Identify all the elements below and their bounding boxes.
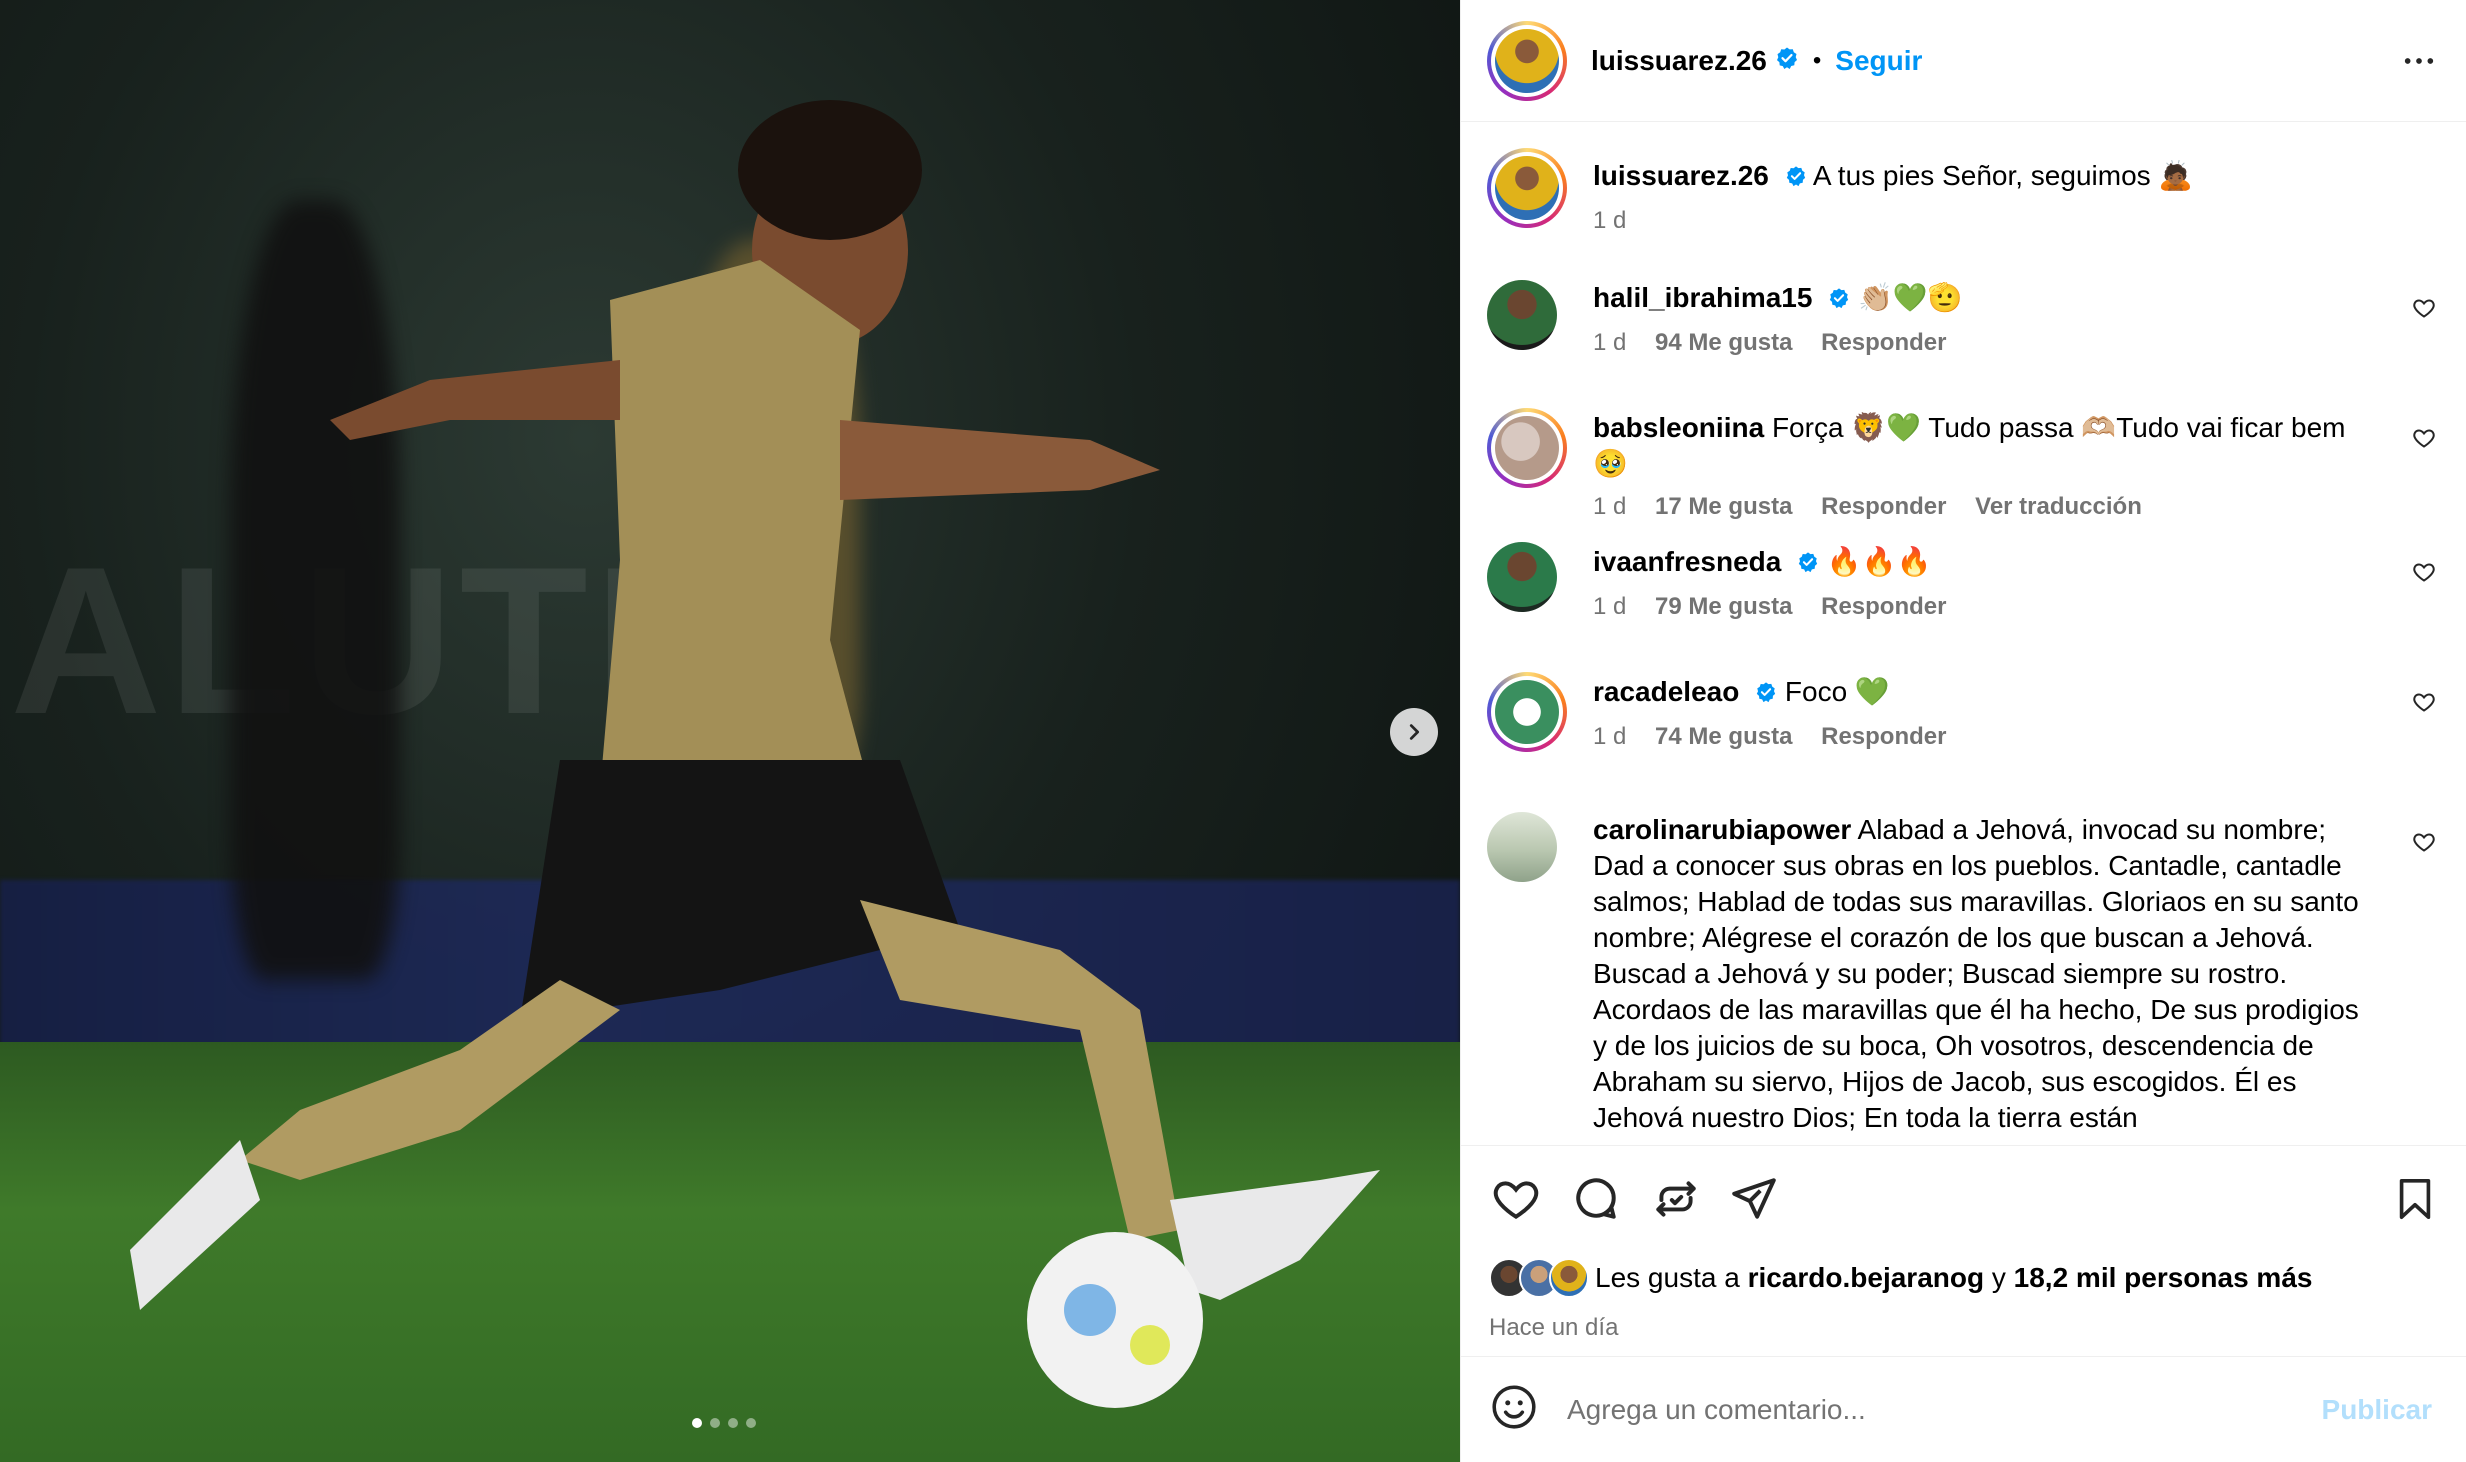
carousel-next-button[interactable] — [1390, 708, 1438, 756]
likes-others[interactable]: 18,2 mil personas más — [2014, 1262, 2313, 1294]
likes-summary[interactable]: Les gusta a ricardo.bejaranog y 18,2 mil… — [1489, 1258, 2312, 1298]
comment-username[interactable]: racadeleao — [1593, 676, 1739, 707]
comment-username[interactable]: halil_ibrahima15 — [1593, 282, 1812, 313]
comment-text: 🔥🔥🔥 — [1826, 546, 1932, 577]
liker-avatars — [1489, 1258, 1593, 1298]
comment-likes[interactable]: 94 Me gusta — [1655, 329, 1792, 356]
post-photo[interactable]: ALUTI — [0, 0, 1460, 1462]
heart-icon[interactable] — [1491, 1174, 1541, 1229]
carousel-dot-active[interactable] — [692, 1418, 702, 1428]
comment-composer: Publicar — [1461, 1356, 2466, 1462]
comment-text: Alabad a Jehová, invocad su nombre; Dad … — [1593, 814, 2359, 1133]
follow-button[interactable]: Seguir — [1835, 45, 1922, 77]
comment-time: 1 d — [1593, 493, 1627, 520]
likes-conj: y — [1991, 1262, 2006, 1293]
comment-avatar[interactable] — [1487, 280, 1557, 350]
bookmark-icon[interactable] — [2392, 1174, 2438, 1229]
caption-text: A tus pies Señor, seguimos 🙇🏾 — [1812, 160, 2194, 191]
comments-list[interactable]: luissuarez.26 A tus pies Señor, seguimos… — [1461, 122, 2466, 1146]
reply-button[interactable]: Responder — [1821, 593, 1946, 620]
comment-likes[interactable]: 74 Me gusta — [1655, 723, 1792, 750]
author-username[interactable]: luissuarez.26 — [1591, 45, 1767, 77]
publish-button[interactable]: Publicar — [2322, 1394, 2432, 1426]
share-icon[interactable] — [1729, 1174, 1779, 1229]
reply-button[interactable]: Responder — [1821, 723, 1946, 750]
carousel-dot[interactable] — [728, 1418, 738, 1428]
verified-badge-icon — [1797, 546, 1819, 582]
verified-badge-icon — [1785, 160, 1807, 196]
carousel-dot[interactable] — [710, 1418, 720, 1428]
comment-text: 👏🏼💚🫡 — [1858, 282, 1963, 313]
comment-avatar[interactable] — [1487, 542, 1557, 612]
heart-icon[interactable] — [2412, 426, 2436, 455]
carousel-dot[interactable] — [746, 1418, 756, 1428]
post-side-panel: luissuarez.26 • Seguir luissuarez.26 A t… — [1460, 0, 2466, 1462]
emoji-icon[interactable] — [1489, 1382, 1539, 1437]
comment-username[interactable]: carolinarubiapower — [1593, 814, 1851, 845]
comment-time: 1 d — [1593, 328, 1627, 356]
comment-avatar[interactable] — [1487, 672, 1567, 752]
comment-likes[interactable]: 17 Me gusta — [1655, 493, 1792, 520]
caption-time: 1 d — [1593, 206, 1627, 234]
verified-badge-icon — [1828, 282, 1850, 318]
heart-icon[interactable] — [2412, 296, 2436, 325]
comment-avatar[interactable] — [1487, 408, 1567, 488]
post-header: luissuarez.26 • Seguir — [1461, 0, 2466, 122]
comment-input[interactable] — [1567, 1393, 2267, 1426]
header-separator: • — [1812, 46, 1822, 74]
comment-text: Foco 💚 — [1784, 676, 1890, 707]
carousel-dots — [692, 1418, 756, 1428]
more-options-icon[interactable] — [2402, 44, 2436, 83]
photo-main-player — [130, 100, 1380, 1408]
translate-button[interactable]: Ver traducción — [1975, 493, 2142, 520]
caption-avatar[interactable] — [1487, 148, 1567, 228]
verified-badge-icon — [1755, 676, 1777, 712]
author-avatar[interactable] — [1487, 20, 1567, 101]
comment-icon[interactable] — [1571, 1174, 1621, 1229]
reply-button[interactable]: Responder — [1821, 493, 1946, 520]
repost-icon[interactable] — [1651, 1174, 1701, 1229]
comment-time: 1 d — [1593, 722, 1627, 750]
heart-icon[interactable] — [2412, 560, 2436, 589]
post-time-ago: Hace un día — [1489, 1314, 1619, 1341]
likes-prefix: Les gusta a — [1595, 1262, 1740, 1293]
comment-likes[interactable]: 79 Me gusta — [1655, 593, 1792, 620]
reply-button[interactable]: Responder — [1821, 329, 1946, 356]
comment-time: 1 d — [1593, 592, 1627, 620]
verified-badge-icon — [1775, 46, 1799, 75]
chevron-right-icon — [1409, 724, 1420, 740]
likes-user[interactable]: ricardo.bejaranog — [1748, 1262, 1985, 1294]
caption-username[interactable]: luissuarez.26 — [1593, 160, 1769, 191]
comment-username[interactable]: babsleoniina — [1593, 412, 1764, 443]
comment-username[interactable]: ivaanfresneda — [1593, 546, 1781, 577]
comment-avatar[interactable] — [1487, 812, 1557, 882]
heart-icon[interactable] — [2412, 690, 2436, 719]
heart-icon[interactable] — [2412, 830, 2436, 859]
